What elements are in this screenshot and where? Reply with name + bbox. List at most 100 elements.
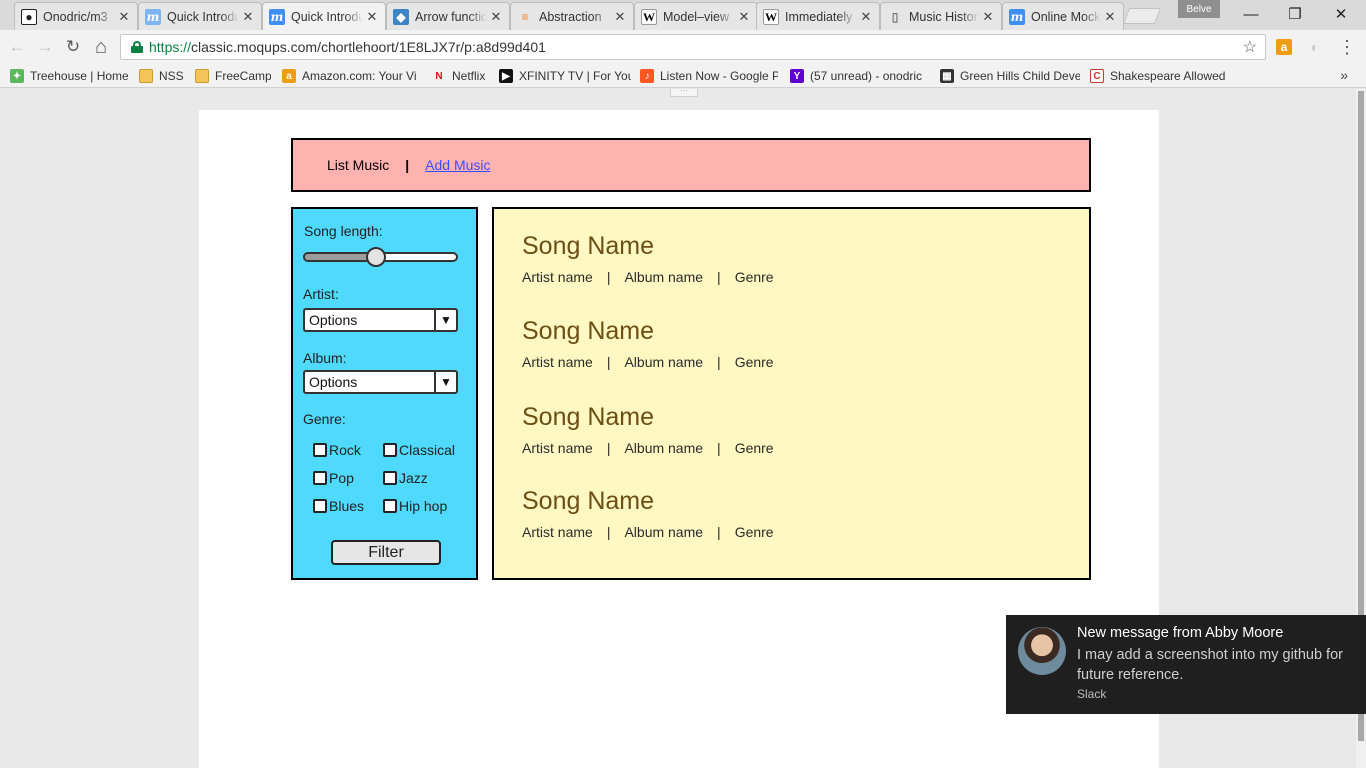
- genre-checkbox-rock[interactable]: Rock: [313, 442, 361, 458]
- wikipedia-icon: W: [641, 8, 657, 25]
- tab-title: Online Mockup: [1031, 9, 1101, 24]
- genre-option-label: Rock: [329, 442, 361, 458]
- close-tab-icon[interactable]: ✕: [737, 9, 751, 25]
- artist-select[interactable]: Options ▼: [303, 308, 458, 332]
- bookmark-amazon[interactable]: a Amazon.com: Your Vi: [282, 67, 422, 85]
- google-play-music-icon: ♪: [640, 69, 654, 83]
- song-name: Song Name: [522, 317, 655, 345]
- add-music-link[interactable]: Add Music: [425, 157, 490, 173]
- moqups-icon: m: [1009, 8, 1025, 25]
- song-item[interactable]: Song Name Artist name | Album name | Genre: [522, 231, 774, 285]
- tab-title: Quick Introduction: [167, 9, 239, 24]
- tab-title: Immediately: [785, 9, 853, 24]
- bookmark-green-hills[interactable]: ▦ Green Hills Child Deve: [940, 67, 1080, 85]
- filter-panel: Song length: Artist: Options ▼ Album: Op…: [291, 207, 478, 580]
- song-item[interactable]: Song Name Artist name | Album name | Genre: [522, 316, 774, 370]
- music-nav-bar: List Music | Add Music: [291, 138, 1091, 192]
- close-tab-icon[interactable]: ✕: [613, 9, 627, 25]
- bookmark-nss[interactable]: NSS: [139, 67, 185, 85]
- genre-name: Genre: [734, 524, 774, 540]
- song-item[interactable]: Song Name Artist name | Album name | Genre: [522, 402, 774, 456]
- new-tab-button[interactable]: [1123, 8, 1161, 24]
- album-select[interactable]: Options ▼: [303, 370, 458, 394]
- bookmark-label: Green Hills Child Deve: [960, 69, 1080, 83]
- close-tab-icon[interactable]: ✕: [489, 9, 503, 25]
- toolbar-handle[interactable]: ···: [670, 89, 698, 97]
- close-tab-icon[interactable]: ✕: [981, 9, 995, 25]
- close-tab-icon[interactable]: ✕: [1103, 9, 1117, 25]
- tab-music-history[interactable]: ▯ Music History ✕: [880, 2, 1002, 30]
- checkbox[interactable]: [313, 443, 327, 457]
- list-music-link[interactable]: List Music: [327, 157, 389, 173]
- genre-checkbox-jazz[interactable]: Jazz: [383, 470, 428, 486]
- amazon-extension-icon[interactable]: a: [1276, 39, 1292, 55]
- genre-checkbox-classical[interactable]: Classical: [383, 442, 455, 458]
- minimize-icon[interactable]: —: [1228, 0, 1274, 28]
- artist-name: Artist name: [522, 269, 593, 285]
- close-tab-icon[interactable]: ✕: [241, 9, 255, 25]
- slack-notification[interactable]: New message from Abby Moore I may add a …: [1006, 615, 1366, 714]
- github-icon: ●: [21, 8, 37, 25]
- bookmark-treehouse[interactable]: ✦ Treehouse | Home: [10, 67, 130, 85]
- bookmark-yahoo-mail[interactable]: Y (57 unread) - onodric: [790, 67, 928, 85]
- album-label: Album:: [303, 350, 347, 366]
- meta-separator: |: [717, 524, 721, 540]
- song-name: Song Name: [522, 487, 655, 515]
- song-name: Song Name: [522, 232, 655, 260]
- genre-option-label: Jazz: [399, 470, 428, 486]
- more-bookmarks-icon[interactable]: »: [1340, 67, 1348, 83]
- avatar: [1018, 627, 1066, 675]
- bookmark-netflix[interactable]: N Netflix: [432, 67, 490, 85]
- album-name: Album name: [624, 524, 704, 540]
- genre-checkbox-pop[interactable]: Pop: [313, 470, 354, 486]
- reload-icon[interactable]: ↻: [62, 36, 84, 58]
- song-name: Song Name: [522, 403, 655, 431]
- song-item[interactable]: Song Name Artist name | Album name | Genre: [522, 486, 774, 540]
- filter-button[interactable]: Filter: [331, 540, 441, 565]
- genre-checkbox-hip-hop[interactable]: Hip hop: [383, 498, 447, 514]
- tab-immediately[interactable]: W Immediately ✕: [756, 2, 880, 30]
- genre-checkbox-blues[interactable]: Blues: [313, 498, 364, 514]
- browser-toolbar: ← → ↻ ⌂ https:// classic.moqups.com/chor…: [0, 30, 1366, 64]
- close-tab-icon[interactable]: ✕: [117, 9, 131, 25]
- yahoo-icon: Y: [790, 69, 804, 83]
- bookmark-shakespeare[interactable]: C Shakespeare Allowed: [1090, 67, 1230, 85]
- restore-icon[interactable]: ❐: [1272, 0, 1318, 28]
- genre-option-label: Classical: [399, 442, 456, 458]
- close-tab-icon[interactable]: ✕: [365, 9, 379, 25]
- profile-button[interactable]: Belve: [1178, 0, 1220, 18]
- browser-menu-icon[interactable]: ⋮: [1338, 37, 1356, 57]
- tab-arrow-functions[interactable]: ◆ Arrow functions ✕: [386, 2, 510, 30]
- checkbox[interactable]: [383, 443, 397, 457]
- tab-title: Model–view: [663, 9, 730, 24]
- tab-moqups-1[interactable]: m Quick Introduction ✕: [138, 2, 262, 30]
- extension-icon[interactable]: ◐: [1307, 39, 1323, 55]
- forward-icon[interactable]: →: [34, 36, 56, 58]
- tab-online-mockup[interactable]: m Online Mockup ✕: [1002, 2, 1124, 30]
- tab-github[interactable]: ● Onodric/m3 ✕: [14, 2, 138, 30]
- back-icon[interactable]: ←: [6, 36, 28, 58]
- nav-separator: |: [405, 157, 410, 173]
- artist-label: Artist:: [303, 286, 339, 302]
- close-window-icon[interactable]: ✕: [1318, 0, 1364, 28]
- bookmark-label: Treehouse | Home: [30, 69, 129, 83]
- tab-model-view[interactable]: W Model–view ✕: [634, 2, 758, 30]
- bookmark-star-icon[interactable]: ☆: [1243, 37, 1257, 57]
- song-meta: Artist name | Album name | Genre: [522, 440, 774, 456]
- bookmark-xfinity[interactable]: ▶ XFINITY TV | For You: [499, 67, 631, 85]
- bookmark-freecamp[interactable]: FreeCamp: [195, 67, 271, 85]
- song-meta: Artist name | Album name | Genre: [522, 269, 774, 285]
- close-tab-icon[interactable]: ✕: [859, 9, 873, 25]
- meta-separator: |: [606, 269, 611, 285]
- genre-name: Genre: [734, 269, 774, 285]
- checkbox[interactable]: [383, 499, 397, 513]
- checkbox[interactable]: [313, 499, 327, 513]
- bookmark-google-play[interactable]: ♪ Listen Now - Google P: [640, 67, 778, 85]
- slider-thumb[interactable]: [365, 247, 386, 267]
- checkbox[interactable]: [383, 471, 397, 485]
- home-icon[interactable]: ⌂: [90, 36, 112, 58]
- tab-abstraction[interactable]: ≡ Abstraction ✕: [510, 2, 634, 30]
- tab-moqups-active[interactable]: m Quick Introduction ✕: [262, 2, 386, 30]
- checkbox[interactable]: [313, 471, 327, 485]
- address-bar[interactable]: https:// classic.moqups.com/chortlehoort…: [120, 34, 1266, 60]
